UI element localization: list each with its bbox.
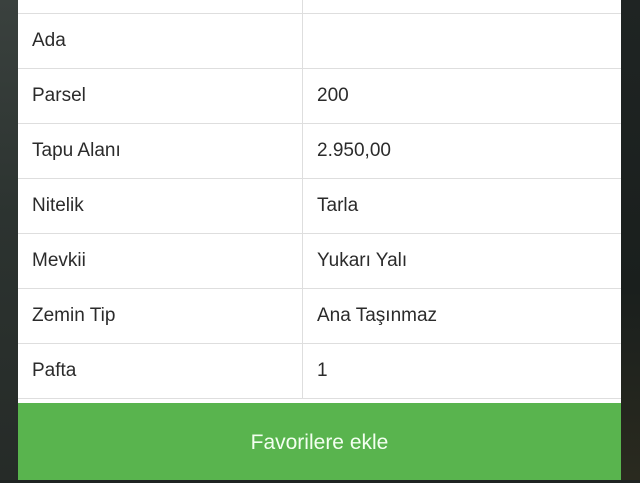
table-row: Mevkii Yukarı Yalı (18, 233, 621, 289)
row-label-nitelik: Nitelik (18, 178, 303, 234)
row-label (18, 0, 303, 14)
row-value-ada (302, 13, 621, 69)
table-row (18, 0, 621, 14)
row-label-zemin-tip: Zemin Tip (18, 288, 303, 344)
row-value-pafta: 1 (302, 343, 621, 399)
row-value-mevkii: Yukarı Yalı (302, 233, 621, 289)
property-details-card: Ada Parsel 200 Tapu Alanı 2.950,00 Nitel… (18, 0, 621, 403)
row-label-tapu-alani: Tapu Alanı (18, 123, 303, 179)
row-label-parsel: Parsel (18, 68, 303, 124)
background-right-edge (620, 0, 640, 480)
table-row: Zemin Tip Ana Taşınmaz (18, 288, 621, 344)
row-label-ada: Ada (18, 13, 303, 69)
row-value-tapu-alani: 2.950,00 (302, 123, 621, 179)
row-value (302, 0, 621, 14)
row-value-nitelik: Tarla (302, 178, 621, 234)
add-to-favorites-button[interactable]: Favorilere ekle (18, 403, 621, 480)
table-row: Ada (18, 13, 621, 69)
table-row: Tapu Alanı 2.950,00 (18, 123, 621, 179)
row-label-mevkii: Mevkii (18, 233, 303, 289)
row-value-zemin-tip: Ana Taşınmaz (302, 288, 621, 344)
table-row: Parsel 200 (18, 68, 621, 124)
background-left-edge (0, 0, 18, 480)
table-row: Pafta 1 (18, 343, 621, 399)
table-row: Nitelik Tarla (18, 178, 621, 234)
property-details-table: Ada Parsel 200 Tapu Alanı 2.950,00 Nitel… (18, 0, 621, 399)
row-value-parsel: 200 (302, 68, 621, 124)
row-label-pafta: Pafta (18, 343, 303, 399)
